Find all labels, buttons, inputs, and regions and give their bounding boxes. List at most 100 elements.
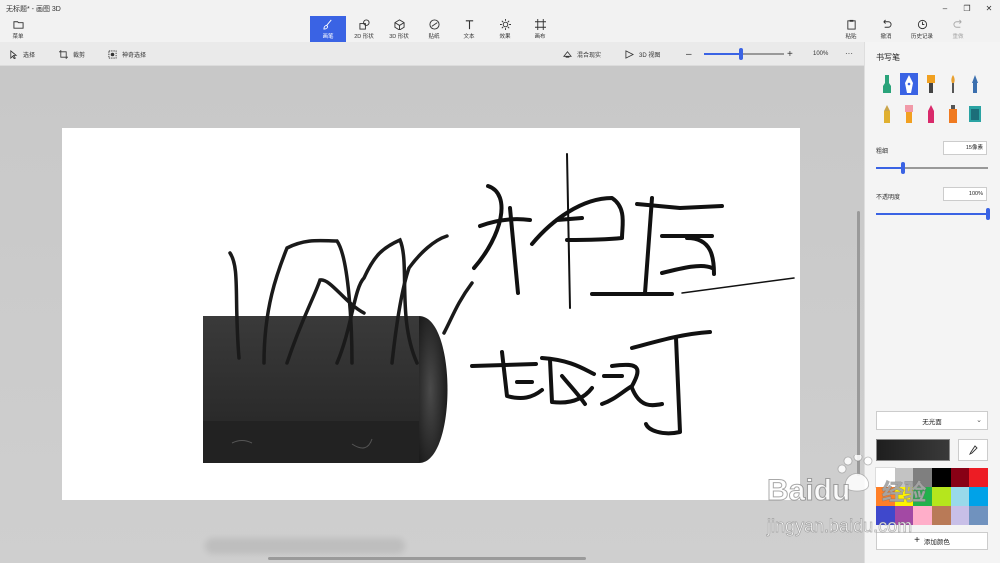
opacity-slider-thumb[interactable] bbox=[986, 208, 990, 220]
history-button[interactable]: 历史记录 bbox=[904, 16, 940, 42]
zoom-out-button[interactable]: – bbox=[686, 48, 692, 60]
vertical-scrollbar[interactable] bbox=[857, 211, 860, 476]
menu-label: 菜单 bbox=[12, 33, 24, 40]
pixel-pen-icon bbox=[972, 75, 978, 93]
zoom-slider[interactable] bbox=[704, 48, 784, 60]
watermark-brand: Baidu bbox=[767, 474, 850, 507]
thickness-slider-fill bbox=[876, 167, 903, 169]
tab-label: 文本 bbox=[463, 33, 475, 40]
zoom-value[interactable]: 100% bbox=[813, 48, 828, 60]
drawing-canvas[interactable] bbox=[62, 128, 800, 500]
select-button[interactable]: 选择 bbox=[9, 48, 35, 60]
cursor-icon bbox=[10, 49, 18, 59]
redo-icon bbox=[953, 19, 962, 28]
watercolor-tool[interactable] bbox=[944, 73, 962, 95]
tab-label: 效果 bbox=[499, 33, 511, 40]
crayon-icon bbox=[928, 105, 934, 123]
history-icon bbox=[917, 19, 927, 29]
finish-label: 无光面 bbox=[922, 418, 942, 426]
thickness-label: 粗细 bbox=[876, 149, 889, 155]
3d-box-cap[interactable] bbox=[419, 316, 448, 463]
thickness-slider[interactable] bbox=[876, 162, 988, 174]
minimize-button[interactable]: – bbox=[934, 0, 956, 16]
history-label: 历史记录 bbox=[910, 33, 933, 40]
mixed-reality-button[interactable]: 混合现实 bbox=[563, 48, 601, 60]
tab-2d-shapes[interactable]: 2D 形状 bbox=[346, 16, 382, 42]
pencil-tool[interactable] bbox=[878, 103, 896, 125]
crop-icon bbox=[59, 49, 68, 59]
folder-icon bbox=[12, 20, 24, 29]
mixed-reality-label: 混合现实 bbox=[577, 52, 602, 59]
marker-icon bbox=[883, 75, 891, 93]
magic-select-label: 神奇选择 bbox=[122, 52, 147, 59]
undo-button[interactable]: 撤消 bbox=[868, 16, 904, 42]
marker-tool[interactable] bbox=[878, 73, 896, 95]
tab-effects[interactable]: 效果 bbox=[487, 16, 523, 42]
spray-can-tool[interactable] bbox=[944, 103, 962, 125]
tab-stickers[interactable]: 贴纸 bbox=[416, 16, 452, 42]
tab-canvas[interactable]: 画布 bbox=[522, 16, 558, 42]
thickness-slider-thumb[interactable] bbox=[900, 162, 905, 174]
baidu-logo: Baidu 经验 jingyan.baidu.com bbox=[766, 452, 927, 536]
action-bar: 选择 裁剪 神奇选择 混合现实 3D 视图 – + 100% ··· bbox=[0, 42, 864, 66]
calligraphy-pen-tool[interactable] bbox=[900, 73, 918, 95]
magic-select-icon bbox=[108, 49, 117, 59]
crop-label: 裁剪 bbox=[73, 52, 86, 59]
canvas-icon bbox=[534, 18, 546, 30]
menu-button[interactable]: 菜单 bbox=[0, 16, 36, 42]
tab-label: 贴纸 bbox=[428, 33, 440, 40]
3d-box-front[interactable] bbox=[203, 316, 419, 421]
tab-label: 3D 形状 bbox=[389, 33, 409, 40]
watermark-url: jingyan.baidu.com bbox=[766, 516, 912, 536]
title-bar: 无标题* - 画图 3D – ❐ ✕ bbox=[0, 0, 1000, 16]
tab-3d-shapes[interactable]: 3D 形状 bbox=[381, 16, 417, 42]
workspace bbox=[0, 66, 864, 563]
pixel-pen-tool[interactable] bbox=[966, 73, 984, 95]
window-title: 无标题* - 画图 3D bbox=[6, 6, 61, 13]
tab-label: 2D 形状 bbox=[354, 33, 374, 40]
zoom-in-button[interactable]: + bbox=[787, 48, 793, 60]
oil-brush-icon bbox=[927, 75, 935, 93]
drawing-strokes bbox=[203, 153, 795, 463]
tab-label: 画笔 bbox=[322, 33, 334, 40]
eyedropper-icon bbox=[968, 445, 978, 455]
crop-button[interactable]: 裁剪 bbox=[59, 48, 85, 60]
text-icon bbox=[465, 19, 473, 29]
finish-dropdown[interactable]: 无光面 ⌄ bbox=[876, 411, 988, 430]
2d-shapes-icon bbox=[358, 18, 370, 30]
maximize-button[interactable]: ❐ bbox=[956, 0, 978, 16]
undo-icon bbox=[882, 19, 891, 28]
opacity-slider[interactable] bbox=[876, 208, 990, 220]
zoom-slider-fill bbox=[704, 53, 741, 55]
select-label: 选择 bbox=[23, 52, 36, 59]
crayon-tool[interactable] bbox=[922, 103, 940, 125]
handwriting-strokes bbox=[470, 153, 795, 436]
ribbon: 菜单 画笔 2D 形状 3D 形状 贴纸 文本 效果 画布 粘贴 撤消 历史记录 bbox=[0, 16, 1000, 42]
3d-view-label: 3D 视图 bbox=[639, 52, 661, 59]
fill-bucket-icon bbox=[969, 106, 981, 122]
fill-tool[interactable] bbox=[966, 103, 984, 125]
effects-icon bbox=[499, 18, 511, 30]
paste-icon bbox=[846, 19, 856, 30]
watermark-brand-cn: 经验 bbox=[882, 480, 926, 506]
oil-brush-tool[interactable] bbox=[922, 73, 940, 95]
3d-view-button[interactable]: 3D 视图 bbox=[625, 48, 660, 60]
redo-label: 重做 bbox=[952, 33, 964, 40]
zoom-slider-thumb[interactable] bbox=[738, 48, 743, 60]
paste-label: 粘贴 bbox=[845, 33, 857, 40]
watercolor-icon bbox=[951, 75, 955, 93]
paste-button[interactable]: 粘贴 bbox=[833, 16, 869, 42]
close-button[interactable]: ✕ bbox=[978, 0, 1000, 16]
tab-brushes[interactable]: 画笔 bbox=[310, 16, 346, 42]
opacity-value-input[interactable]: 100% bbox=[943, 187, 987, 201]
horizontal-scrollbar[interactable] bbox=[268, 557, 586, 560]
mixed-reality-icon bbox=[563, 50, 572, 58]
more-options-button[interactable]: ··· bbox=[845, 47, 853, 59]
3d-view-icon bbox=[625, 49, 634, 59]
tab-text[interactable]: 文本 bbox=[451, 16, 487, 42]
eraser-tool[interactable] bbox=[900, 103, 918, 125]
panel-title: 书写笔 bbox=[876, 53, 900, 62]
thickness-value-input[interactable]: 15像素 bbox=[943, 141, 987, 155]
redo-button[interactable]: 重做 bbox=[940, 16, 976, 42]
magic-select-button[interactable]: 神奇选择 bbox=[108, 48, 146, 60]
